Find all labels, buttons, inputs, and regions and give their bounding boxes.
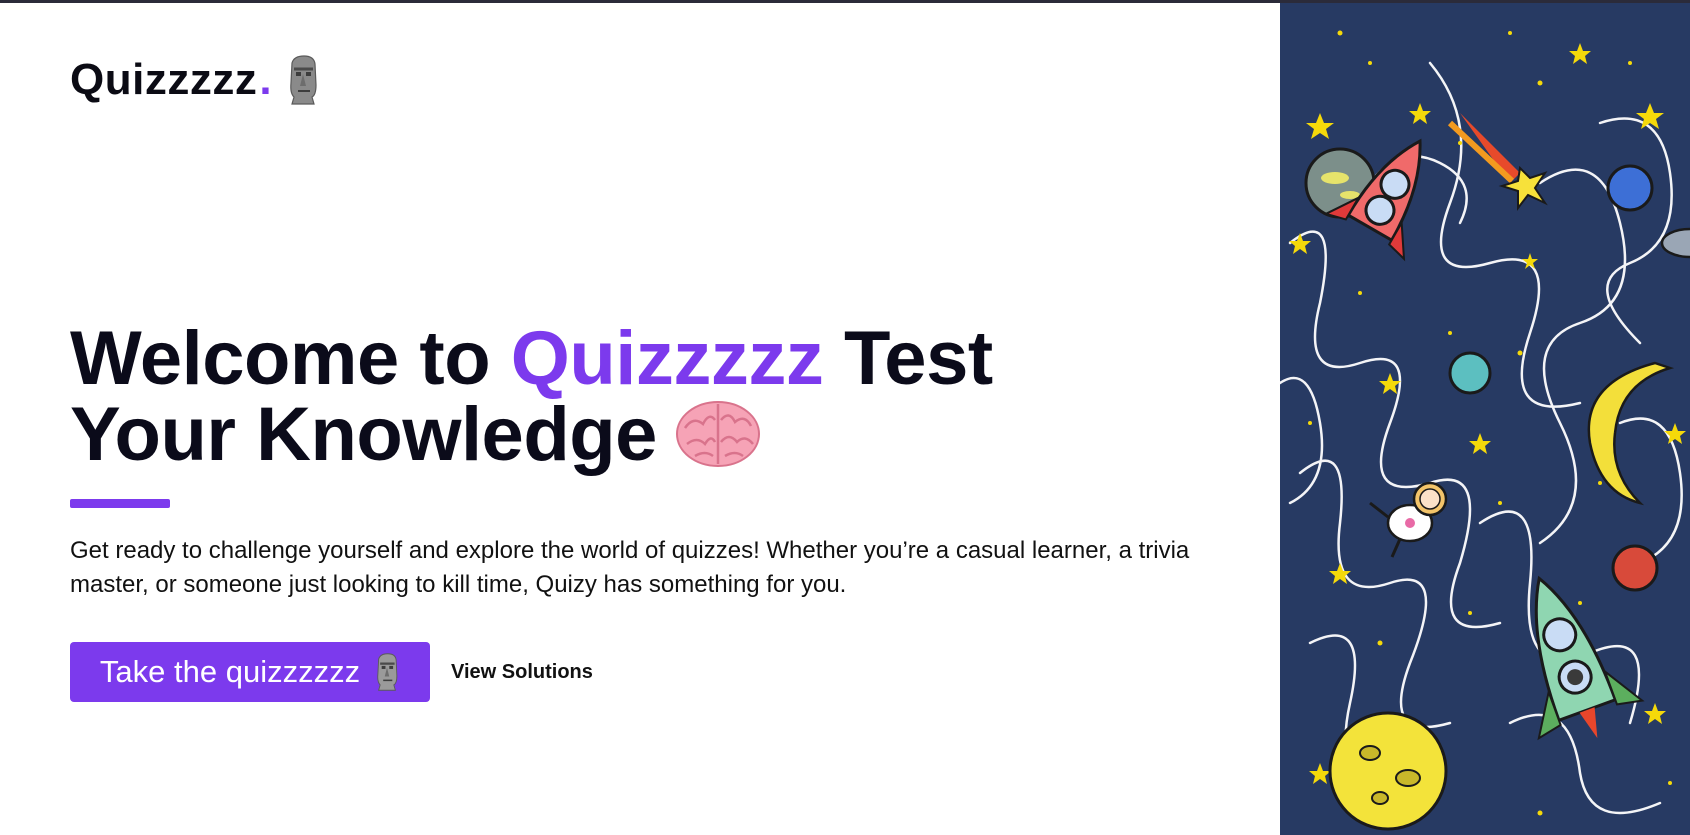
title-part-2: Test	[823, 316, 993, 401]
brand-dot: .	[259, 55, 273, 104]
title-part-1: Welcome to	[70, 316, 511, 401]
page-title: Welcome to Quizzzzz Test Your Knowledge	[70, 321, 1170, 473]
brand-logo[interactable]: Quizzzzz.	[70, 55, 320, 105]
take-quiz-button[interactable]: Take the quizzzzzz	[70, 642, 430, 702]
view-solutions-link[interactable]: View Solutions	[451, 661, 593, 684]
hero-section: Welcome to Quizzzzz Test Your Knowledge …	[70, 321, 1189, 626]
title-underline-bar	[70, 499, 170, 508]
moai-icon	[286, 55, 320, 105]
brain-icon	[675, 398, 761, 468]
title-line-2: Your Knowledge	[70, 392, 657, 477]
title-accent: Quizzzzz	[510, 316, 824, 401]
brand-name: Quizzzzz	[70, 55, 258, 104]
hero-description: Get ready to challenge yourself and expl…	[70, 537, 1190, 598]
hero-panel: Quizzzzz. Welcome to Quizzzzz Test Your …	[0, 3, 1280, 835]
space-illustration	[1280, 3, 1690, 835]
hero-actions: Take the quizzzzzz View Solutions	[70, 642, 593, 702]
take-quiz-label: Take the quizzzzzz	[99, 654, 361, 689]
moai-icon	[374, 653, 400, 691]
